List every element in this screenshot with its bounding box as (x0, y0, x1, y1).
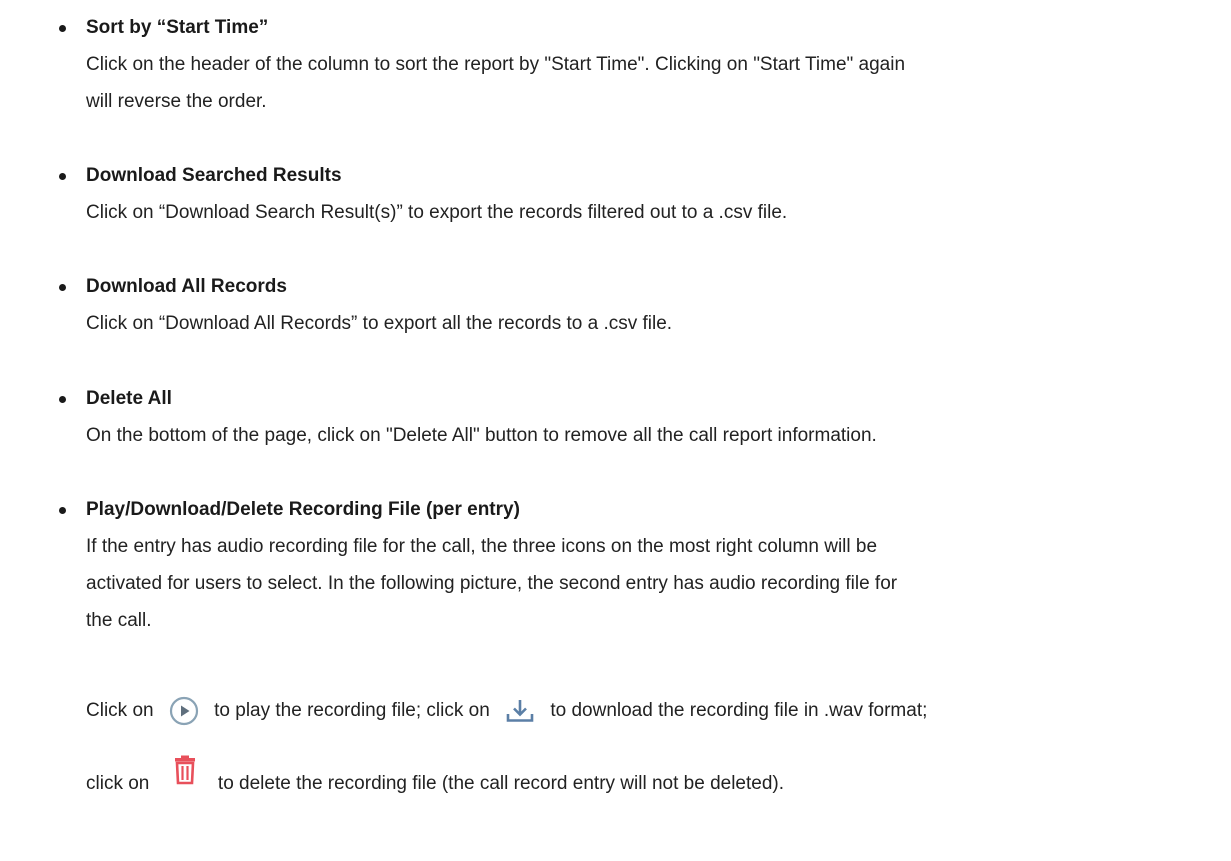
section-body: On the bottom of the page, click on "Del… (86, 417, 1226, 454)
icon-instruction-line-2: click on to delete the recording file (t… (86, 755, 785, 802)
play-circle-icon[interactable] (169, 696, 199, 726)
body-line: On the bottom of the page, click on "Del… (86, 425, 877, 446)
body-line: If the entry has audio recording file fo… (86, 536, 878, 557)
icon-text: Click on (86, 700, 154, 721)
bullet (59, 396, 66, 403)
body-line: Click on “Download All Records” to expor… (86, 313, 673, 334)
download-icon[interactable] (505, 697, 535, 725)
section-body: Click on “Download All Records” to expor… (86, 305, 1226, 342)
section-title: Play/Download/Delete Recording File (per… (86, 499, 520, 520)
section-title: Download All Records (86, 276, 287, 297)
section-body: If the entry has audio recording file fo… (86, 528, 1226, 639)
section-title: Download Searched Results (86, 165, 342, 186)
body-line: Click on the header of the column to sor… (86, 54, 906, 75)
bullet (59, 284, 66, 291)
section-body: Click on “Download Search Result(s)” to … (86, 194, 1226, 231)
section-body: Click on the header of the column to sor… (86, 46, 1226, 120)
icon-text: click on (86, 773, 150, 794)
bullet (59, 25, 66, 32)
bullet (59, 507, 66, 514)
icon-text: to play the recording file; click on (214, 700, 490, 721)
section-title: Sort by “Start Time” (86, 17, 269, 38)
trash-icon[interactable] (173, 755, 197, 785)
bullet (59, 173, 66, 180)
icon-text: to delete the recording file (the call r… (217, 773, 785, 794)
icon-text: to download the recording file in .wav f… (550, 700, 928, 721)
section-title: Delete All (86, 388, 172, 409)
icon-instruction-line-1: Click on to play the recording file; cli… (86, 693, 927, 729)
body-line: activated for users to select. In the fo… (86, 573, 898, 594)
document-page: Sort by “Start Time” Click on the header… (0, 0, 1231, 861)
body-line: will reverse the order. (86, 91, 267, 112)
body-line: Click on “Download Search Result(s)” to … (86, 202, 788, 223)
body-line: the call. (86, 610, 152, 631)
